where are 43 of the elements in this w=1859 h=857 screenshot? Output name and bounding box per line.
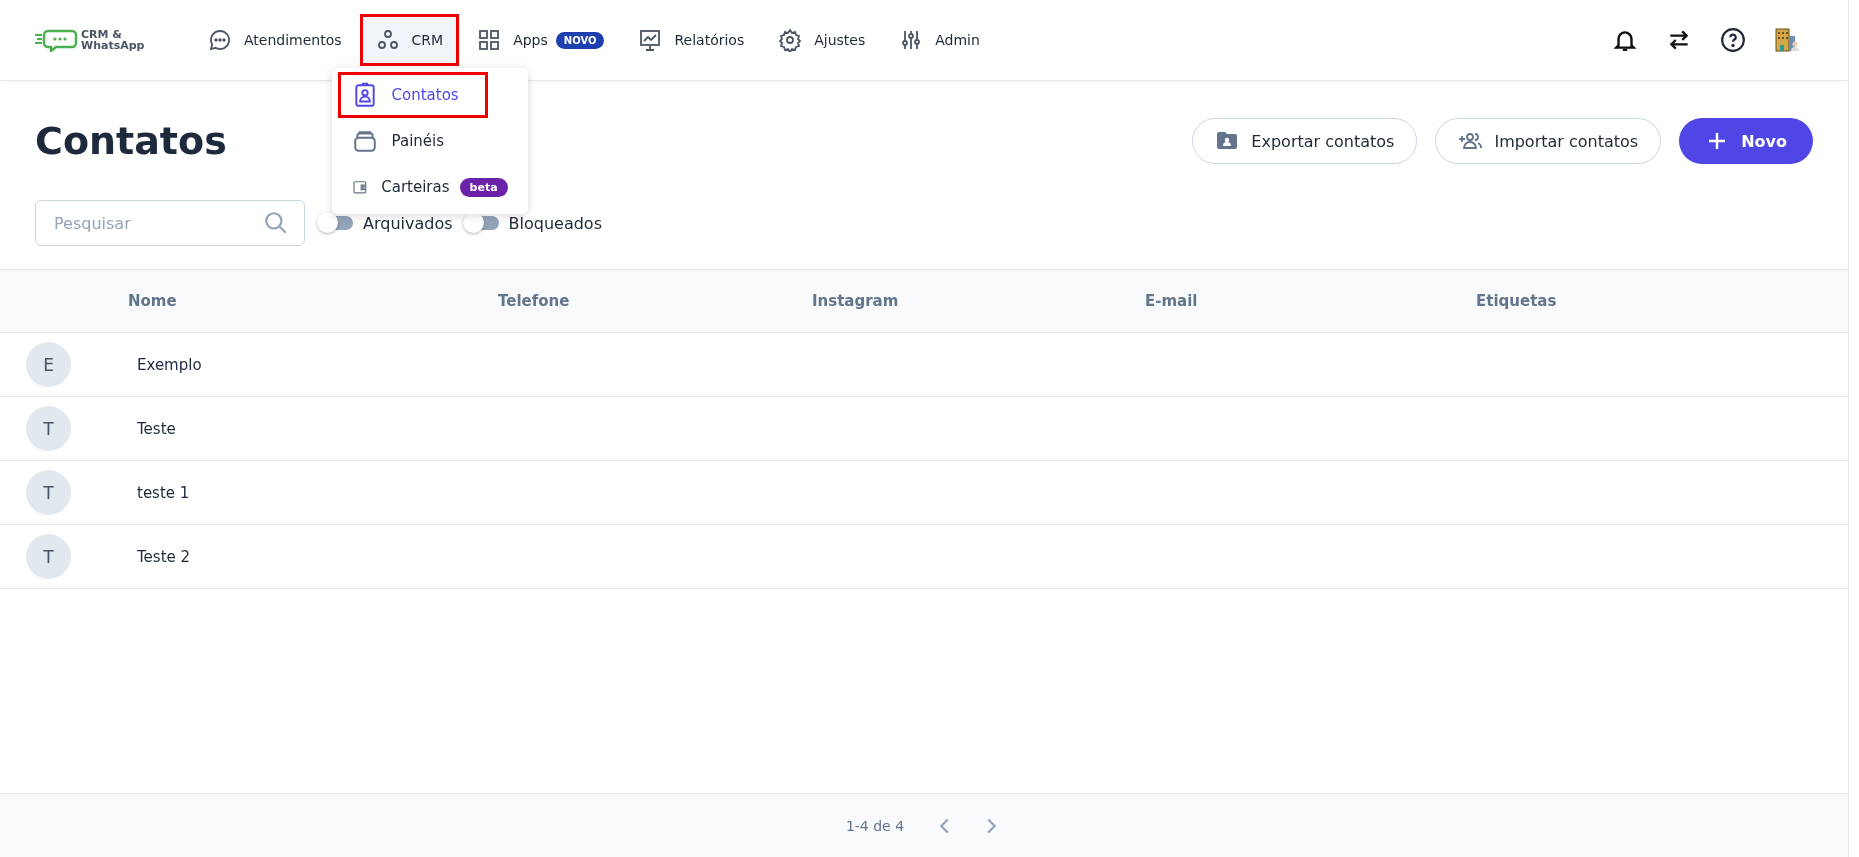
page-title: Contatos <box>35 119 227 163</box>
menu-item[interactable]: Painéis <box>331 118 528 164</box>
new-button[interactable]: Novo <box>1679 118 1813 164</box>
chat-icon <box>208 28 232 52</box>
table-cell-text: Exemplo <box>136 355 203 374</box>
menu-item[interactable]: Carteiras beta <box>331 164 528 210</box>
help-icon[interactable] <box>1720 27 1746 53</box>
nav-tab[interactable]: Admin <box>885 16 994 64</box>
logo-text: CRM & WhatsApp <box>81 29 145 51</box>
toggle-label: Bloqueados <box>508 213 602 233</box>
chat-logo-icon <box>34 28 78 52</box>
settings-icon <box>778 28 803 52</box>
nav-tab[interactable]: CRM <box>361 16 458 64</box>
action-button[interactable]: Exportar contatos <box>1192 118 1418 164</box>
new-badge: NOVO <box>555 31 605 49</box>
nav-tab[interactable]: Relatórios <box>624 16 759 64</box>
page-range: 1-4 de 4 <box>845 817 905 834</box>
table-cell-text: teste 1 <box>136 483 191 502</box>
action-button[interactable]: Importar contatos <box>1435 118 1662 164</box>
column-header: E-mail <box>1145 292 1199 310</box>
circles-icon <box>375 28 400 52</box>
column-header: Etiquetas <box>1476 292 1558 310</box>
column-header: Nome <box>128 292 178 310</box>
building-drawing[interactable] <box>1774 27 1800 53</box>
column-header: Instagram <box>812 292 900 310</box>
chart-icon <box>638 28 663 52</box>
grid-icon <box>477 28 502 52</box>
avatar: T <box>26 534 71 579</box>
table-cell-text: Teste <box>136 419 177 438</box>
nav-tab[interactable]: Ajustes <box>764 16 880 64</box>
beta-badge: beta <box>459 177 508 197</box>
avatar: E <box>26 342 71 387</box>
column-header: Telefone <box>498 292 571 310</box>
avatar: T <box>26 406 71 451</box>
table-cell-text: Teste 2 <box>136 547 192 566</box>
search-field[interactable]: Pesquisar <box>35 200 305 246</box>
nav-tab[interactable]: Apps NOVO <box>463 16 619 64</box>
stack-icon <box>351 128 378 154</box>
avatar: T <box>26 470 71 515</box>
search-icon <box>263 210 289 236</box>
toggle-switch[interactable] <box>464 216 499 230</box>
nav-tab[interactable]: Atendimentos <box>194 16 356 64</box>
toggle-label: Arquivados <box>363 213 453 233</box>
